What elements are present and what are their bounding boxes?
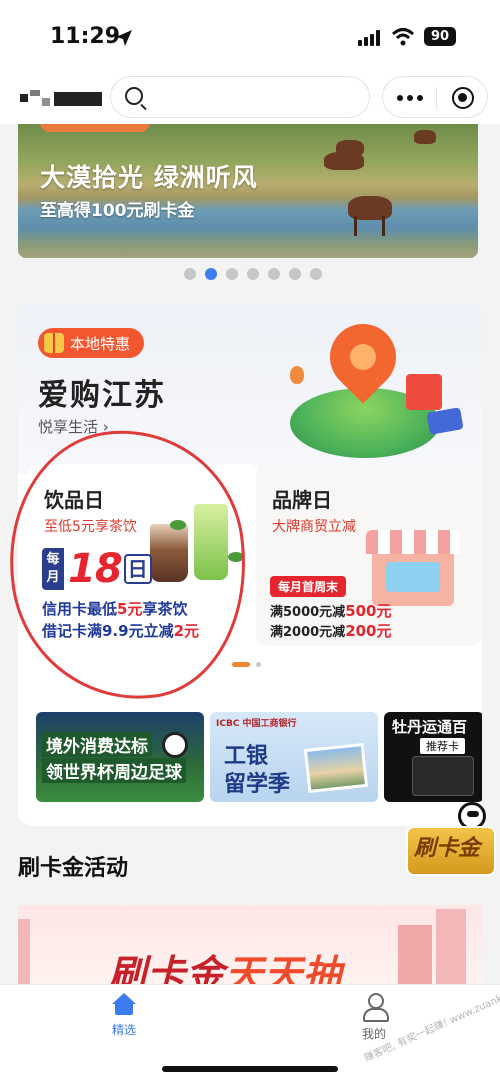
- carousel-dot[interactable]: [256, 662, 261, 667]
- chevron-right-icon: ›: [102, 418, 109, 436]
- tile-subtitle: 至低5元享茶饮: [44, 519, 137, 535]
- enjoy-life-link[interactable]: 悦享生活 ›: [38, 416, 109, 437]
- banner-line: 牡丹运通百: [392, 718, 468, 736]
- promo-tag: 每月首周末: [270, 576, 347, 597]
- hot-air-balloon: [290, 366, 304, 384]
- cow-image: [414, 130, 436, 144]
- credit-card-offer: 信用卡最低5元享茶饮: [42, 600, 188, 618]
- hero-banner[interactable]: 大漠拾光 绿洲听风 至高得100元刷卡金: [18, 124, 478, 258]
- gift-icon: [44, 333, 64, 353]
- location-pin-icon: [316, 310, 410, 404]
- debit-card-offer: 借记卡满9.9元立减2元: [42, 622, 200, 640]
- home-icon: [111, 993, 137, 1015]
- tile-subtitle: 大牌商贸立减: [272, 519, 356, 535]
- badge-day: 日: [123, 554, 152, 584]
- tile-title: 饮品日: [44, 488, 104, 512]
- location-arrow-icon: [116, 30, 132, 46]
- brand-day-tile[interactable]: 品牌日 大牌商贸立减 每月首周末 满5000元减500元 满2000元减200元: [256, 464, 482, 646]
- peony-amex-banner[interactable]: 牡丹运通百 推荐卡: [384, 712, 482, 802]
- banner-line: 领世界杯周边足球: [42, 758, 186, 783]
- activity-banner[interactable]: 刷卡金天天抽: [18, 905, 482, 985]
- home-indicator[interactable]: [162, 1066, 338, 1072]
- cow-image: [324, 152, 364, 170]
- banner-line: 留学季: [224, 772, 291, 797]
- carousel-dot[interactable]: [226, 268, 238, 280]
- carousel-dot[interactable]: [310, 268, 322, 280]
- badge-label: 本地特惠: [70, 334, 131, 353]
- coffee-cup-image: [150, 524, 188, 582]
- bank-card-icon: [426, 407, 464, 435]
- capsule-divider: [436, 87, 437, 109]
- map-pin-illustration: [280, 310, 480, 466]
- status-bar: 11:29 90: [0, 0, 500, 72]
- close-target-icon[interactable]: [452, 87, 474, 109]
- badge-month: 每月: [42, 548, 64, 590]
- link-label: 悦享生活: [38, 418, 99, 436]
- miniprogram-capsule: [382, 76, 488, 118]
- badge-number: 18: [68, 546, 123, 592]
- banner-title: 大漠拾光 绿洲听风: [40, 163, 258, 192]
- tab-featured[interactable]: 精选: [84, 993, 164, 1038]
- overseas-spending-banner[interactable]: 境外消费达标 领世界杯周边足球: [36, 712, 204, 802]
- carousel-dot[interactable]: [289, 268, 301, 280]
- activity-section-title: 刷卡金活动: [18, 856, 129, 881]
- carousel-dot[interactable]: [184, 268, 196, 280]
- brand-offer-line: 满2000元减200元: [270, 622, 392, 640]
- person-icon: [361, 993, 389, 1022]
- banner-line: 境外消费达标: [42, 732, 152, 757]
- tile-carousel-dots: [232, 662, 261, 667]
- app-header: [0, 72, 500, 124]
- brand-offer-line: 满5000元减500元: [270, 602, 392, 620]
- local-offers-badge: 本地特惠: [38, 328, 145, 358]
- icbc-study-abroad-banner[interactable]: ICBC 中国工商银行 工银 留学季: [210, 712, 378, 802]
- banner-top-tab: [40, 124, 150, 132]
- search-icon: [125, 87, 143, 105]
- drink-day-tile[interactable]: 饮品日 至低5元享茶饮 每月 18 日 信用卡最低5元享茶饮 借记卡满9.9元立…: [28, 464, 260, 646]
- recommend-tag: 推荐卡: [420, 738, 465, 754]
- tile-title: 品牌日: [272, 488, 332, 512]
- more-icon[interactable]: [397, 95, 423, 101]
- carousel-dot[interactable]: [247, 268, 259, 280]
- shop-building: [406, 374, 442, 410]
- search-input[interactable]: [110, 76, 370, 118]
- carousel-dot-active[interactable]: [205, 268, 217, 280]
- credit-card-image: [412, 756, 474, 796]
- wifi-icon: [392, 28, 414, 46]
- blurred-logo: [20, 90, 102, 108]
- local-offers-card: 本地特惠 爱购江苏 悦享生活 › 饮品日 至低5元享茶饮 每月 18 日 信用卡…: [18, 304, 482, 826]
- floating-card-gold-button[interactable]: 刷卡金: [406, 802, 496, 876]
- tab-label: 精选: [111, 1023, 136, 1037]
- status-time: 11:29: [50, 24, 121, 49]
- green-drink-image: [194, 504, 228, 580]
- campus-photo: [303, 742, 369, 794]
- football-icon: [162, 732, 188, 758]
- icbc-logo: ICBC 中国工商银行: [216, 719, 297, 729]
- cellular-signal-icon: [358, 30, 380, 46]
- battery-indicator: 90: [424, 27, 456, 46]
- storefront-illustration: [366, 530, 460, 610]
- carousel-dots: [184, 268, 322, 280]
- activity-banner-text: 刷卡金天天抽: [108, 952, 343, 985]
- carousel-dot[interactable]: [268, 268, 280, 280]
- banner-subtitle: 至高得100元刷卡金: [40, 201, 195, 221]
- monthly-date-badge: 每月 18 日: [42, 548, 152, 590]
- carousel-dot-active[interactable]: [232, 662, 250, 667]
- floating-label: 刷卡金: [414, 836, 481, 861]
- section-title: 爱购江苏: [38, 378, 166, 413]
